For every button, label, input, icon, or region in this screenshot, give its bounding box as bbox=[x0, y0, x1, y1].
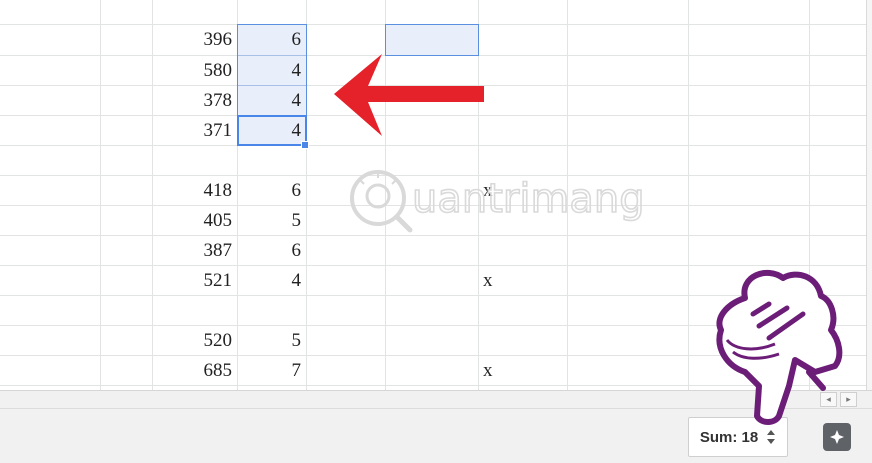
cell-a-value[interactable]: 685 bbox=[152, 356, 233, 386]
pointing-hand-icon bbox=[716, 269, 843, 425]
cell-mark[interactable]: x bbox=[483, 176, 523, 206]
cell-b-value[interactable]: 4 bbox=[237, 86, 302, 116]
cell-a-value[interactable]: 405 bbox=[152, 206, 233, 236]
cell-mark[interactable]: x bbox=[483, 266, 523, 296]
cell-a-value[interactable]: 580 bbox=[152, 56, 233, 86]
cell-a-value[interactable]: 378 bbox=[152, 86, 233, 116]
cell-a-value[interactable]: 371 bbox=[152, 116, 233, 146]
cell-mark[interactable]: x bbox=[483, 356, 523, 386]
cell-b-value[interactable]: 4 bbox=[237, 56, 302, 86]
cell-a-value[interactable]: 521 bbox=[152, 266, 233, 296]
cell-b-value[interactable]: 4 bbox=[237, 116, 302, 146]
gridline bbox=[0, 175, 866, 176]
cell-b-value[interactable]: 7 bbox=[237, 356, 302, 386]
cell-b-value[interactable]: 5 bbox=[237, 326, 302, 356]
gridline bbox=[0, 235, 866, 236]
gridline bbox=[0, 205, 866, 206]
explore-sparkle-icon bbox=[830, 430, 844, 444]
gridline bbox=[567, 0, 568, 390]
red-arrow-icon bbox=[334, 54, 484, 136]
fill-handle[interactable] bbox=[301, 141, 309, 149]
gridline bbox=[688, 0, 689, 390]
gridline bbox=[100, 0, 101, 390]
up-down-caret-icon bbox=[767, 430, 776, 444]
cell-b-value[interactable]: 6 bbox=[237, 176, 302, 206]
watermark-text: uantrimang bbox=[412, 176, 645, 222]
cell-a-value[interactable]: 387 bbox=[152, 236, 233, 266]
cell-a-value[interactable]: 520 bbox=[152, 326, 233, 356]
cell-a-value[interactable]: 396 bbox=[152, 25, 233, 55]
vertical-scrollbar[interactable] bbox=[866, 0, 872, 390]
gridline bbox=[0, 145, 866, 146]
cell-a-value[interactable]: 418 bbox=[152, 176, 233, 206]
cell-b-value[interactable]: 6 bbox=[237, 25, 302, 55]
cell-b-value[interactable]: 4 bbox=[237, 266, 302, 296]
cell-b-value[interactable]: 5 bbox=[237, 206, 302, 236]
gridline bbox=[0, 265, 866, 266]
sum-label: Sum: 18 bbox=[699, 428, 759, 446]
cell-b-value[interactable]: 6 bbox=[237, 236, 302, 266]
